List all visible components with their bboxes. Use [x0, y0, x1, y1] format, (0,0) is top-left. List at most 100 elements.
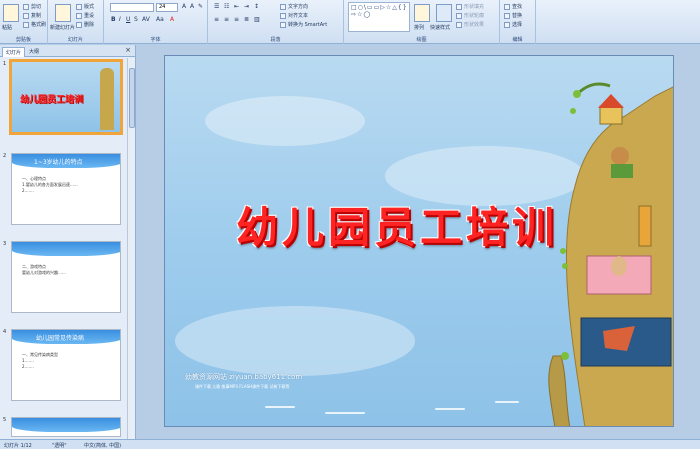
grow-font-icon[interactable]: A: [182, 3, 186, 10]
slide-position: 幻灯片 1/12: [4, 443, 32, 449]
fill-bucket-icon: [456, 3, 462, 10]
font-name-select[interactable]: [110, 3, 154, 12]
reset-button[interactable]: 重设: [76, 12, 94, 19]
delete-icon: [76, 21, 82, 28]
tab-outline[interactable]: 大纲: [26, 47, 42, 56]
layout-icon: [76, 3, 82, 10]
line-spacing-icon[interactable]: ↕: [254, 3, 259, 10]
drawing-group-label: 绘图: [416, 37, 427, 43]
copy-button[interactable]: 复制: [23, 12, 41, 19]
replace-button[interactable]: 替换: [504, 12, 522, 19]
thumbnail-slide[interactable]: 幼儿园常见传染病 一、常见传染病类型 1.…… 2.……: [11, 329, 121, 401]
align-right-icon[interactable]: ≡: [234, 16, 239, 23]
footer-site-text: 幼教资源网站 ziyuan.baby611.com: [185, 373, 303, 381]
thumbnail-number: 1: [3, 61, 7, 67]
brush-icon: [23, 21, 29, 28]
spacing-icon[interactable]: AV: [142, 16, 150, 23]
underline-icon[interactable]: U: [126, 16, 130, 23]
numbering-icon[interactable]: ☷: [224, 3, 229, 10]
water-ripple: [435, 408, 465, 410]
align-left-icon[interactable]: ≡: [214, 16, 219, 23]
align-center-icon[interactable]: ≡: [224, 16, 229, 23]
thumbnail-title: 幼儿园常见传染病: [36, 335, 85, 342]
shape-effects-button[interactable]: 形状效果: [456, 21, 484, 28]
select-button[interactable]: 选择: [504, 21, 522, 28]
background-cloud: [175, 306, 415, 376]
binoculars-icon: [504, 3, 510, 10]
clear-format-icon[interactable]: ✎: [198, 3, 203, 10]
slides-group-label: 幻灯片: [67, 37, 83, 43]
shapes-gallery[interactable]: □○\▭▭▷☆△{}⇨☆◯: [348, 2, 410, 32]
slides-group: 新建幻灯片 版式 重设 删除 幻灯片: [48, 0, 104, 44]
arrange-button[interactable]: [414, 4, 430, 22]
increase-indent-icon[interactable]: ⇥: [244, 3, 249, 10]
strikethrough-icon[interactable]: S: [134, 16, 138, 23]
arrange-label: 排列: [414, 25, 425, 31]
cursor-icon: [504, 21, 510, 28]
language-indicator[interactable]: 中文(简体, 中国): [84, 442, 121, 449]
paste-button[interactable]: [3, 4, 19, 22]
thumbnail-slide[interactable]: 幼儿园员工培训: [9, 59, 123, 135]
font-size-select[interactable]: 24: [156, 3, 178, 12]
shrink-font-icon[interactable]: A: [190, 3, 194, 10]
align-text-button[interactable]: 对齐文本: [280, 12, 308, 19]
background-cloud: [205, 96, 365, 146]
font-group-label: 字体: [150, 37, 161, 43]
shape-outline-button[interactable]: 形状轮廓: [456, 12, 484, 19]
change-case-icon[interactable]: Aa: [156, 16, 164, 23]
columns-icon[interactable]: ▥: [254, 16, 260, 23]
format-painter-button[interactable]: 格式刷: [23, 21, 46, 28]
scrollbar-thumb[interactable]: [129, 68, 135, 128]
shape-fill-button[interactable]: 形状填充: [456, 3, 484, 10]
water-ripple: [495, 401, 519, 403]
theme-name: "透明": [52, 443, 67, 449]
align-text-icon: [280, 12, 286, 19]
paste-label: 粘贴: [2, 25, 13, 31]
paragraph-group-label: 段落: [270, 37, 281, 43]
thumbnail-slide[interactable]: 1~3岁幼儿的特点 一、心理特点 1.婴幼儿的各方面发展迅速…… 2.……: [11, 153, 121, 225]
font-group: 24 A A ✎ B I U S AV Aa A 字体: [104, 0, 208, 44]
bold-icon[interactable]: B: [111, 16, 116, 23]
thumbnail-number: 3: [3, 241, 7, 247]
quick-styles-button[interactable]: [436, 4, 452, 22]
slide-title[interactable]: 幼儿园员工培训: [217, 194, 577, 255]
paragraph-group: ☰ ☷ ⇤ ⇥ ↕ ≡ ≡ ≡ ≣ ▥ 文字方向 对齐文本 转换为 SmartA…: [208, 0, 344, 44]
scissors-icon: [23, 3, 29, 10]
italic-icon[interactable]: I: [119, 16, 121, 23]
thumbnail-number: 2: [3, 153, 7, 159]
close-panel-icon[interactable]: ×: [125, 46, 131, 54]
new-slide-button[interactable]: [55, 4, 71, 22]
clipboard-group-label: 剪贴板: [15, 37, 31, 43]
thumbnail-slide[interactable]: [11, 417, 121, 437]
thumbnail-title: 1~3岁幼儿的特点: [34, 159, 83, 166]
slide-canvas[interactable]: 幼儿园员工培训 幼教资源网站 ziyuan.baby611.com 课件下载 儿…: [164, 55, 674, 427]
decrease-indent-icon[interactable]: ⇤: [234, 3, 239, 10]
effects-icon: [456, 21, 462, 28]
footer-links-text: 课件下载 儿歌 故事MP3 FLASH课件下载 试卷下载等: [195, 384, 290, 389]
editing-group: 查找 替换 选择 编辑: [500, 0, 536, 44]
slides-panel: 幻灯片 大纲 × 1 幼儿园员工培训 2 1~3岁幼儿的特点 一、心理特点 1.婴…: [0, 45, 136, 439]
status-bar: 幻灯片 1/12 "透明" 中文(简体, 中国): [0, 439, 700, 449]
panel-scrollbar[interactable]: [127, 58, 135, 439]
text-direction-button[interactable]: 文字方向: [280, 3, 308, 10]
copy-icon: [23, 12, 29, 19]
thumbnail-tree-art: [100, 68, 114, 130]
new-slide-label: 新建幻灯片: [50, 25, 76, 31]
clipboard-group: 粘贴 剪切 复制 格式刷 剪贴板: [0, 0, 48, 44]
find-button[interactable]: 查找: [504, 3, 522, 10]
delete-slide-button[interactable]: 删除: [76, 21, 94, 28]
thumbnail-body: 一、心理特点 1.婴幼儿的各方面发展迅速…… 2.……: [22, 176, 78, 193]
ribbon: 粘贴 剪切 复制 格式刷 剪贴板 新建幻灯片 版式 重设 删除 幻灯片 24 A…: [0, 0, 700, 44]
thumbnail-body: 二、游戏特点 婴幼儿对游戏的兴趣……: [22, 264, 66, 275]
convert-smartart-button[interactable]: 转换为 SmartArt: [280, 21, 327, 28]
justify-icon[interactable]: ≣: [244, 16, 249, 23]
bullets-icon[interactable]: ☰: [214, 3, 219, 10]
cut-button[interactable]: 剪切: [23, 3, 41, 10]
layout-button[interactable]: 版式: [76, 3, 94, 10]
thumbnail-slide[interactable]: 二、游戏特点 婴幼儿对游戏的兴趣……: [11, 241, 121, 313]
font-color-icon[interactable]: A: [170, 16, 174, 23]
thumbnail-header-band: [12, 418, 120, 432]
quick-styles-label: 快速样式: [430, 25, 451, 31]
tab-slides[interactable]: 幻灯片: [2, 47, 26, 57]
water-ripple: [265, 406, 295, 408]
